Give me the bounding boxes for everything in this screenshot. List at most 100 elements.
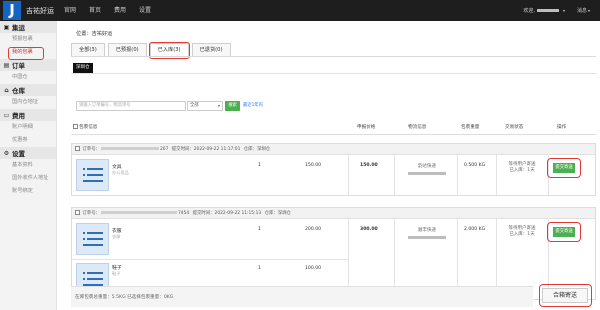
box-icon: ▣ — [3, 23, 10, 31]
nav-settings[interactable]: 设置 — [139, 0, 151, 21]
sidebar-section-title: 设置 — [12, 150, 25, 158]
sidebar-section-title: 订单 — [12, 62, 25, 70]
logistics-info: 韵达快递 — [397, 163, 457, 175]
order-item-row: 文具 办公用品 1 150.00 150.00 韵达快递 0.500 KG 等待… — [72, 155, 595, 195]
status-select[interactable]: 全部 ▾ — [187, 101, 223, 111]
submit-shipping-button[interactable]: 提交寄送 — [553, 163, 575, 173]
document-icon — [76, 159, 109, 191]
nav-fees[interactable]: 费用 — [114, 0, 126, 21]
messages-menu[interactable]: 消息 — [577, 7, 587, 14]
tab-divider — [71, 56, 596, 57]
sidebar-section-warehouse[interactable]: ⌂ 仓库 — [0, 84, 56, 96]
username-redacted[interactable] — [536, 9, 559, 12]
order-number-suffix: 7454 — [177, 211, 190, 216]
app-logo[interactable]: J — [3, 1, 21, 20]
header-trade-status: 交易状态 — [505, 125, 524, 130]
sidebar-section-fees[interactable]: ▭ 费用 — [0, 109, 56, 121]
status-tabs: 全部(3) 已预报(0) 已入库(3) 已退货(0) — [71, 42, 234, 59]
status-select-value: 全部 — [190, 103, 199, 108]
item-quantity: 1 — [258, 227, 261, 232]
nav-home[interactable]: 首页 — [89, 0, 101, 21]
item-name: 鞋子 — [112, 266, 122, 271]
tab-forecasted[interactable]: 已预报(0) — [107, 43, 147, 56]
merge-ship-button[interactable]: 合箱寄送 — [542, 288, 588, 303]
chevron-down-icon: ▾ — [217, 103, 220, 108]
status-line: 已入库：1天 — [509, 232, 535, 237]
declared-price: 150.00 — [360, 163, 378, 168]
sidebar-item-domestic-address[interactable]: 国内仓地址 — [0, 96, 56, 109]
item-category: 鞋子 — [112, 271, 121, 276]
breadcrumb: 位置：吉祐好运 — [76, 31, 113, 37]
sidebar-item-account-binding[interactable]: 账号绑定 — [0, 185, 56, 198]
item-name: 衣服 — [112, 229, 122, 234]
recent-year-link[interactable]: 最近1年内 — [243, 102, 263, 108]
order-warehouse: 仓库：深圳仓 — [243, 147, 271, 152]
order-label: 订单号： — [82, 147, 100, 152]
header-logistics: 物流信息 — [408, 125, 427, 130]
tab-in-warehouse[interactable]: 已入库(3) — [148, 42, 190, 59]
top-nav: 官网 首页 费用 设置 — [64, 0, 164, 21]
select-all-checkbox[interactable] — [73, 124, 78, 129]
sidebar-item-account-details[interactable]: 账户明细 — [0, 121, 56, 134]
parcel-weight: 2.000 KG — [464, 227, 486, 232]
sidebar-item-profile[interactable]: 基本资料 — [0, 159, 56, 172]
header-actions: 操作 — [557, 125, 567, 130]
order-header: 订单号： 267 提交时间：2022-09-22 11:17:01 仓库：深圳仓 — [72, 144, 595, 155]
filter-divider — [71, 73, 596, 74]
item-quantity: 1 — [258, 163, 261, 168]
sidebar-section-title: 仓库 — [12, 87, 25, 95]
warehouse-filter-tab[interactable]: 深圳仓 — [73, 63, 93, 73]
weight-summary: 在库包裹总重量：5.5KG 已选择包裹重量：0KG — [75, 295, 174, 300]
order-checkbox[interactable] — [75, 210, 80, 215]
trade-status: 等待用户寄送 已入库：1天 — [498, 226, 546, 238]
table-header: 包裹信息 申报价格 物流信息 包裹重量 交易状态 操作 — [71, 121, 596, 133]
order-warehouse: 仓库：深圳仓 — [264, 211, 291, 216]
item-price: 100.00 — [305, 266, 322, 271]
nav-official-site[interactable]: 官网 — [64, 0, 76, 21]
search-input[interactable]: 请输入订单编号、物流单号 — [76, 101, 186, 111]
trade-status: 等待用户寄送 已入库：1天 — [498, 162, 546, 174]
sidebar-item-my-parcels[interactable]: 我的包裹 — [0, 46, 56, 60]
order-number-suffix: 267 — [159, 147, 169, 152]
order-number-redacted — [100, 211, 177, 214]
sidebar-item-china-warehouse[interactable]: 中国仓 — [0, 71, 56, 84]
header-parcel-info: 包裹信息 — [73, 124, 97, 130]
sidebar-section-title: 费用 — [12, 112, 25, 120]
sidebar-item-forecast-parcel[interactable]: 预报包裹 — [0, 33, 56, 46]
tab-returned[interactable]: 已退货(0) — [191, 43, 231, 56]
order-number-redacted — [100, 147, 159, 150]
header-declared-price: 申报价格 — [357, 125, 376, 130]
chevron-down-icon[interactable]: ▾ — [563, 8, 565, 13]
order-label: 订单号： — [82, 211, 100, 216]
logistics-carrier: 韵达快递 — [418, 164, 436, 169]
sidebar-item-foreign-recipient[interactable]: 国外收件人地址 — [0, 172, 56, 185]
tab-all[interactable]: 全部(3) — [71, 43, 105, 56]
welcome-text: 欢迎, — [523, 8, 535, 14]
status-line: 已入库：1天 — [509, 168, 535, 173]
sidebar-section-jiyun[interactable]: ▣ 集运 — [0, 21, 56, 33]
order-checkbox[interactable] — [75, 146, 80, 151]
item-name: 文具 — [112, 165, 122, 170]
logistics-info: 顺丰快递 — [397, 227, 457, 239]
sidebar-section-orders[interactable]: ▤ 订单 — [0, 59, 56, 71]
top-bar: J 吉祐好运 官网 首页 费用 设置 欢迎, ▾ 消息 ▾ — [0, 0, 600, 21]
weight-summary-bar: 在库包裹总重量：5.5KG 已选择包裹重量：0KG — [71, 286, 533, 307]
parcel-weight: 0.500 KG — [464, 163, 486, 168]
submit-shipping-button[interactable]: 提交寄送 — [553, 227, 575, 237]
declared-price: 300.00 — [360, 227, 378, 232]
sidebar-item-coupons[interactable]: 优惠券 — [0, 134, 56, 147]
search-button[interactable]: 搜索 — [225, 101, 240, 111]
logistics-carrier: 顺丰快递 — [418, 228, 436, 233]
card-icon: ▭ — [3, 111, 10, 119]
order-card: 订单号： 267 提交时间：2022-09-22 11:17:01 仓库：深圳仓 … — [71, 143, 596, 196]
order-header: 订单号： 7454 提交时间：2022-09-22 11:15:13 仓库：深圳仓 — [72, 208, 595, 219]
tracking-number-redacted — [408, 172, 446, 175]
chevron-down-icon[interactable]: ▾ — [588, 8, 590, 13]
sidebar-section-title: 集运 — [12, 24, 25, 32]
item-quantity: 1 — [258, 266, 261, 271]
order-submit-time: 提交时间：2022-09-22 11:15:13 — [192, 211, 262, 216]
user-area: 欢迎, ▾ 消息 ▾ — [523, 0, 590, 21]
tracking-number-redacted — [408, 236, 446, 239]
item-category: 办公用品 — [112, 170, 129, 175]
sidebar-section-settings[interactable]: ⚙ 设置 — [0, 147, 56, 159]
